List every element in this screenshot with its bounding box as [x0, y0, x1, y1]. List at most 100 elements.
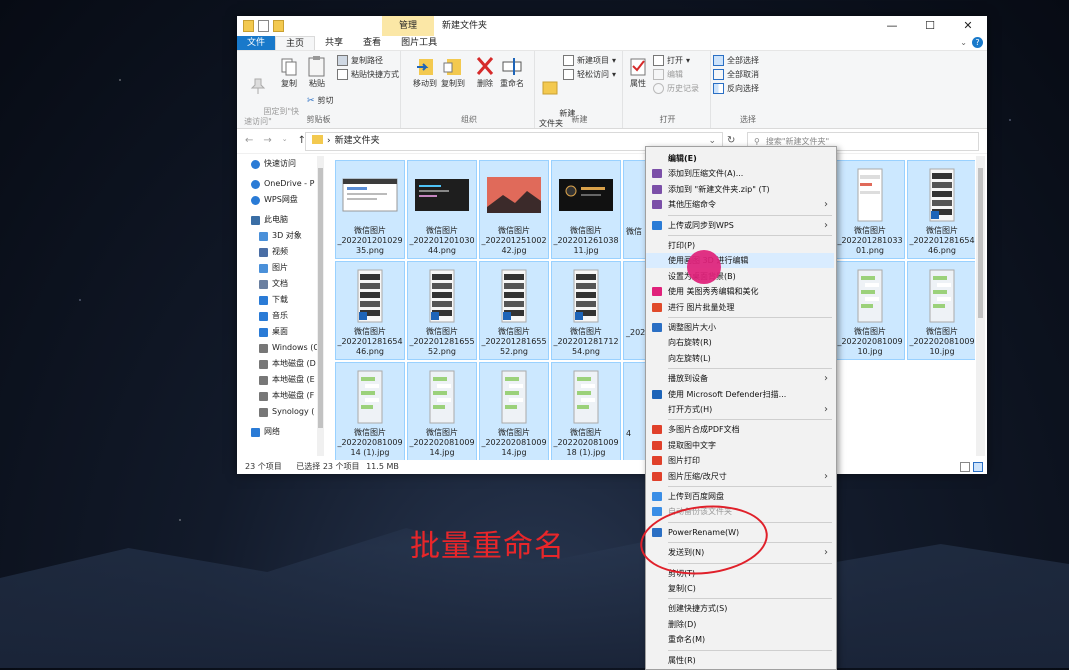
close-button[interactable]: ✕ [949, 16, 987, 36]
file-item[interactable]: 微信图片 _202202081009 18 (1).jpg [551, 362, 621, 460]
menu-item[interactable]: 使用 美图秀秀编辑和美化 [646, 284, 834, 299]
nav-item[interactable]: 本地磁盘 (E [237, 372, 317, 388]
menu-item[interactable]: 调整图片大小 [646, 320, 834, 335]
file-item[interactable]: 微信图片 _202201281712 54.png [551, 261, 621, 360]
nav-item[interactable]: 音乐 [237, 308, 317, 324]
manage-context-tab[interactable]: 管理 [382, 16, 434, 36]
rename-button[interactable]: 重命名 [498, 55, 526, 89]
menu-item[interactable]: 进行 图片批量处理 [646, 300, 834, 315]
forward-arrow-icon[interactable]: → [263, 135, 271, 146]
pin-quick-access-button[interactable]: 固定到"快 速访问" [243, 57, 299, 137]
nav-item[interactable]: 本地磁盘 (D [237, 356, 317, 372]
copy-button[interactable]: 复制 [277, 57, 301, 89]
menu-item[interactable]: 向右旋转(R) [646, 335, 834, 350]
file-item[interactable]: 微信图片 _202201261038 11.jpg [551, 160, 621, 259]
easy-access-button[interactable]: 轻松访问 ▾ [563, 69, 616, 80]
properties-quick-icon[interactable] [258, 20, 269, 32]
file-list-scrollbar[interactable] [976, 156, 985, 456]
menu-item[interactable]: 添加到压缩文件(A)... [646, 166, 834, 181]
invert-selection-button[interactable]: 反向选择 [713, 83, 759, 94]
file-item[interactable]: 微信图片 _202201281655 52.png [407, 261, 477, 360]
file-item[interactable]: 微信图片 _202202081009 14 (1).jpg [335, 362, 405, 460]
nav-item[interactable]: Windows (C [237, 340, 317, 356]
menu-item[interactable]: 打印(P) [646, 238, 834, 253]
file-item[interactable]: 微信图片 _202202081009 10.jpg [835, 261, 905, 360]
nav-item[interactable]: 文档 [237, 276, 317, 292]
nav-item[interactable]: 图片 [237, 260, 317, 276]
file-item[interactable]: 微信图片 _202201281654 46.png [335, 261, 405, 360]
nav-item[interactable]: 本地磁盘 (F [237, 388, 317, 404]
file-item[interactable]: 微信图片 _202202081009 14.jpg [479, 362, 549, 460]
breadcrumb[interactable]: 新建文件夹 [335, 136, 380, 146]
menu-item[interactable]: 设置为桌面背景(B) [646, 269, 834, 284]
refresh-icon[interactable]: ↻ [727, 135, 735, 146]
nav-item[interactable]: Synology ( [237, 404, 317, 420]
menu-item[interactable]: 编辑(E) [646, 151, 834, 166]
menu-item[interactable]: 使用画图 3D 进行编辑 [646, 253, 834, 269]
scrollbar-thumb[interactable] [318, 168, 323, 428]
copy-to-button[interactable]: 复制到 [440, 55, 466, 89]
menu-item[interactable]: 打开方式(H) › [646, 402, 834, 417]
properties-button[interactable]: 属性 [627, 57, 649, 89]
history-button[interactable]: 历史记录 [653, 83, 699, 94]
nav-pane-scrollbar[interactable] [317, 156, 324, 456]
details-view-icon[interactable] [960, 462, 970, 472]
nav-item[interactable]: 桌面 [237, 324, 317, 340]
maximize-button[interactable]: ☐ [911, 16, 949, 36]
edit-button[interactable]: 编辑 [653, 69, 683, 80]
menu-item[interactable]: 使用 Microsoft Defender扫描... [646, 387, 834, 402]
file-item[interactable]: 微信图片 _202201201030 44.png [407, 160, 477, 259]
file-item[interactable]: 微信图片 _202201281654 46.png [907, 160, 975, 259]
nav-item[interactable]: 此电脑 [237, 212, 317, 228]
large-icons-view-icon[interactable] [973, 462, 983, 472]
tab-home[interactable]: 主页 [275, 36, 316, 50]
menu-item[interactable]: 复制(C) [646, 581, 834, 596]
nav-item[interactable]: WPS网盘 [237, 192, 317, 208]
menu-item[interactable]: 上传或同步到WPS › [646, 218, 834, 233]
nav-item[interactable]: 快速访问 [237, 156, 317, 172]
menu-item[interactable]: 多图片合成PDF文档 [646, 422, 834, 437]
copy-path-button[interactable]: 复制路径 [337, 55, 383, 66]
file-item[interactable]: 微信图片 _202202081009 14.jpg [407, 362, 477, 460]
nav-item[interactable]: 3D 对象 [237, 228, 317, 244]
paste-button[interactable]: 粘贴 [305, 55, 329, 89]
recent-dropdown-icon[interactable]: ⌄ [282, 135, 288, 146]
tab-picture-tools[interactable]: 图片工具 [391, 36, 447, 50]
select-all-button[interactable]: 全部选择 [713, 55, 759, 66]
menu-item[interactable]: 其他压缩命令 › [646, 197, 834, 212]
menu-item[interactable]: 重命名(M) [646, 632, 834, 647]
scrollbar-thumb[interactable] [978, 168, 983, 318]
tab-share[interactable]: 共享 [315, 36, 353, 50]
file-item[interactable]: 微信图片 _202201251002 42.jpg [479, 160, 549, 259]
file-item[interactable]: 微信图片 _202201281033 01.png [835, 160, 905, 259]
nav-item[interactable]: OneDrive - P [237, 176, 317, 192]
nav-item[interactable]: 下载 [237, 292, 317, 308]
tab-file[interactable]: 文件 [237, 36, 276, 50]
back-arrow-icon[interactable]: ← [245, 135, 253, 146]
chevron-down-icon[interactable]: ⌄ [960, 36, 967, 50]
paste-shortcut-button[interactable]: 粘贴快捷方式 [337, 69, 399, 80]
nav-item[interactable]: 视频 [237, 244, 317, 260]
nav-item[interactable]: 网络 [237, 424, 317, 440]
menu-item[interactable]: 播放到设备 › [646, 371, 834, 386]
menu-item[interactable]: 上传到百度网盘 [646, 489, 834, 504]
help-icon[interactable]: ? [972, 37, 983, 48]
select-none-button[interactable]: 全部取消 [713, 69, 759, 80]
tab-view[interactable]: 查看 [353, 36, 391, 50]
menu-item[interactable]: 向左旋转(L) [646, 351, 834, 366]
open-button[interactable]: 打开 ▾ [653, 55, 690, 66]
menu-item[interactable]: 图片压缩/改尺寸 › [646, 469, 834, 484]
new-folder-quick-icon[interactable] [273, 20, 284, 32]
file-item[interactable]: 微信图片 _202201281655 52.png [479, 261, 549, 360]
file-item[interactable]: 微信图片 _202201201029 35.png [335, 160, 405, 259]
file-item[interactable]: 微信图片 _202202081009 10.jpg [907, 261, 975, 360]
menu-item[interactable]: 添加到 "新建文件夹.zip" (T) [646, 182, 834, 197]
menu-item[interactable]: 属性(R) [646, 653, 834, 668]
new-item-button[interactable]: 新建项目 ▾ [563, 55, 616, 66]
minimize-button[interactable]: — [873, 16, 911, 36]
cut-button[interactable]: ✂ 剪切 [307, 95, 334, 106]
menu-item[interactable]: 创建快捷方式(S) [646, 601, 834, 616]
move-to-button[interactable]: 移动到 [412, 55, 438, 89]
menu-item[interactable]: 图片打印 [646, 453, 834, 468]
new-folder-button[interactable]: 新建 文件夹 [539, 57, 575, 139]
